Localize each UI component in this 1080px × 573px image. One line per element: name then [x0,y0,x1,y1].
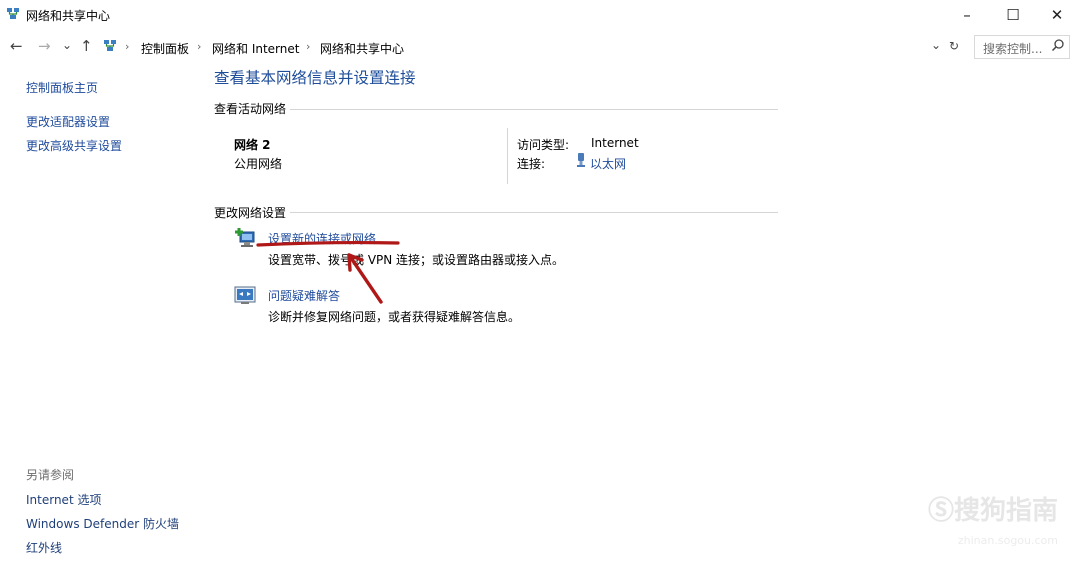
troubleshoot-desc: 诊断并修复网络问题，或者获得疑难解答信息。 [268,310,521,324]
network-type-link[interactable]: 公用网络 [234,155,282,172]
search-input[interactable]: 搜索控制... [974,35,1070,59]
sogou-watermark-url: zhinan.sogou.com [957,534,1058,547]
change-advanced-sharing-link[interactable]: 更改高级共享设置 [26,137,122,154]
refresh-button[interactable]: ↻ [949,39,959,53]
active-networks-heading: 查看活动网络 [214,102,287,116]
vertical-divider [507,128,508,184]
up-button[interactable]: ↑ [80,37,93,55]
control-panel-home-link[interactable]: 控制面板主页 [26,79,98,96]
recent-locations-button[interactable]: ⌄ [62,36,72,54]
sogou-watermark: Ⓢ搜狗指南 [927,496,1058,526]
chevron-down-icon: ⌄ [931,38,942,52]
section-divider [290,212,778,213]
red-annotation [256,241,400,304]
change-settings-heading: 更改网络设置 [214,206,287,220]
network-name: 网络 2 [234,138,271,152]
breadcrumb-separator: › [197,40,202,53]
ethernet-icon [577,153,585,167]
chevron-down-icon: ⌄ [62,38,73,52]
minimize-button[interactable]: – [944,0,990,30]
access-type-label: 访问类型: [517,138,570,152]
breadcrumb-control-panel[interactable]: 控制面板 [141,40,189,57]
breadcrumb-separator: › [306,40,311,53]
address-dropdown-button[interactable]: ⌄ [931,38,941,52]
address-bar: ← → ⌄ ↑ › 控制面板 › 网络和 Internet › 网络和共享中心 … [0,34,1080,59]
internet-options-link[interactable]: Internet 选项 [26,491,101,508]
up-arrow-icon: ↑ [80,37,93,55]
infrared-link[interactable]: 红外线 [26,539,62,556]
access-type-value: Internet [591,136,639,150]
connection-label: 连接: [517,157,546,171]
title-bar: 网络和共享中心 – ☐ ✕ [0,0,1080,30]
window-title: 网络和共享中心 [26,9,111,23]
change-adapter-settings-link[interactable]: 更改适配器设置 [26,113,110,130]
refresh-icon: ↻ [949,39,960,53]
breadcrumb-network-sharing-center[interactable]: 网络和共享中心 [320,40,404,57]
search-icon [1051,39,1064,52]
breadcrumb-network-internet[interactable]: 网络和 Internet [212,40,299,57]
address-box[interactable]: › 控制面板 › 网络和 Internet › 网络和共享中心 ⌄ ↻ [98,35,970,59]
back-button[interactable]: ← [10,37,23,55]
network-center-icon [7,8,19,19]
breadcrumb-separator: › [125,40,130,53]
network-center-icon [104,40,116,51]
close-button[interactable]: ✕ [1034,0,1080,30]
page-title: 查看基本网络信息并设置连接 [214,69,416,87]
ethernet-connection-link[interactable]: 以太网 [590,155,626,172]
maximize-button[interactable]: ☐ [990,0,1036,30]
maximize-icon: ☐ [1006,6,1020,24]
forward-button[interactable]: → [38,37,51,55]
windows-defender-firewall-link[interactable]: Windows Defender 防火墙 [26,515,179,532]
search-placeholder: 搜索控制... [983,42,1043,56]
minimize-icon: – [963,6,971,24]
section-divider [290,109,778,110]
see-also-heading: 另请参阅 [26,468,75,482]
close-icon: ✕ [1050,6,1064,24]
back-arrow-icon: ← [10,37,23,55]
forward-arrow-icon: → [38,37,51,55]
